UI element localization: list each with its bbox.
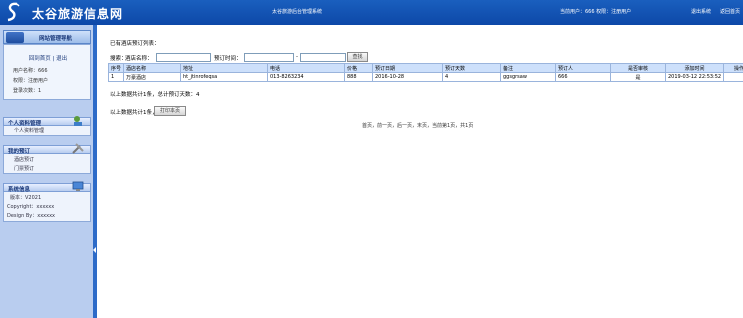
- hotel-name-label: 酒店名称：: [125, 56, 153, 62]
- hotel-name-input[interactable]: [156, 53, 211, 62]
- nav-title: 网站管理导航: [39, 36, 73, 42]
- time-to-input[interactable]: [300, 53, 346, 62]
- column-header: 预订日期: [372, 63, 443, 73]
- column-header: 酒店名称: [123, 63, 181, 73]
- booking-time-label: 预订时间：: [214, 56, 242, 62]
- column-header: 操作: [723, 63, 743, 73]
- sidebar: 网站管理导航 回到首页 | 退出 用户名称：666 权限：注册用户 登录次数：1…: [0, 25, 97, 318]
- link-separator: |: [52, 56, 55, 62]
- monitor-icon: [6, 32, 24, 43]
- sidebar-item-ticket-booking[interactable]: 门票预订: [14, 165, 34, 172]
- table-cell: ht_jtinrofeqsa: [180, 72, 268, 82]
- sidebar-item-profile[interactable]: 个人资料管理: [14, 127, 44, 134]
- column-header: 是否审核: [610, 63, 666, 73]
- column-header: 添加时间: [665, 63, 724, 73]
- column-header: 价格: [344, 63, 373, 73]
- user-name-line: 用户名称：666: [13, 68, 48, 74]
- user-role-line: 权限：注册用户: [13, 78, 49, 84]
- column-header: 地址: [180, 63, 268, 73]
- logo-icon: [7, 2, 20, 22]
- top-header: 太谷旅游信息网 太谷旅游后台管理系统 当前用户：666 权限：注册用户 退出系统…: [0, 0, 743, 25]
- logout-link[interactable]: 退出系统: [691, 8, 711, 15]
- print-button[interactable]: 打印本页: [154, 106, 186, 116]
- table-cell: 888: [344, 72, 373, 82]
- pagination[interactable]: 首页，前一页，后一页，末页，当前第1页，共1页: [362, 122, 473, 129]
- nav-header: 网站管理导航: [3, 30, 91, 44]
- login-count-line: 登录次数：1: [13, 88, 42, 94]
- time-from-input[interactable]: [244, 53, 294, 62]
- column-header: 序号: [108, 63, 124, 73]
- export-row: 以上数据共计1条， 打印本页: [110, 106, 310, 116]
- table-cell: 是: [610, 72, 666, 82]
- summary-text: 以上数据共计1条，总计预订天数：4: [110, 92, 200, 98]
- section-booking-body: 酒店预订 门票预订: [3, 154, 91, 174]
- column-header: 备注: [500, 63, 556, 73]
- table-cell[interactable]: [723, 72, 743, 82]
- computer-icon: [72, 181, 84, 191]
- home-link[interactable]: 返回首页: [720, 8, 740, 15]
- column-header: 预订天数: [442, 63, 501, 73]
- range-separator: -: [296, 54, 298, 60]
- user-links: 回到首页 | 退出: [4, 54, 92, 62]
- section-sysinfo-header[interactable]: 系统信息: [3, 181, 91, 193]
- version-text: 版本：V2021: [10, 195, 42, 201]
- main-content: 已有酒店预订列表： 搜索： 酒店名称： 预订时间： - 查找 序号 酒店名称 地…: [99, 25, 743, 318]
- design-by-text: Design By：xxxxxx: [7, 213, 55, 219]
- profile-icon: [74, 116, 82, 126]
- table-cell: 4: [442, 72, 501, 82]
- column-header: 电话: [267, 63, 345, 73]
- column-header: 预订人: [555, 63, 611, 73]
- search-bar: 搜索： 酒店名称： 预订时间： - 查找: [110, 52, 510, 63]
- table-cell: 1: [108, 72, 124, 82]
- copyright-text: Copyright：xxxxxx: [7, 204, 55, 210]
- user-panel: 回到首页 | 退出 用户名称：666 权限：注册用户 登录次数：1: [3, 44, 91, 100]
- current-user-info: 当前用户：666 权限：注册用户: [560, 9, 632, 15]
- export-label: 以上数据共计1条，: [110, 110, 158, 116]
- booking-table: 序号 酒店名称 地址 电话 价格 预订日期 预订天数 备注 预订人 是否审核 添…: [108, 63, 743, 82]
- table-cell: 2016-10-28: [372, 72, 443, 82]
- table-header-row: 序号 酒店名称 地址 电话 价格 预订日期 预订天数 备注 预订人 是否审核 添…: [108, 63, 743, 73]
- sidebar-toggle-strip[interactable]: [93, 25, 97, 318]
- table-cell: 2019-03-12 22:53:52: [665, 72, 724, 82]
- collapse-arrow-icon[interactable]: [93, 247, 96, 253]
- page-title: 已有酒店预订列表：: [110, 41, 160, 47]
- search-button[interactable]: 查找: [347, 52, 368, 62]
- site-title: 太谷旅游信息网: [32, 7, 124, 21]
- back-home-link[interactable]: 回到首页: [29, 56, 51, 62]
- section-booking-header[interactable]: 我的预订: [3, 143, 91, 155]
- tools-icon: [72, 143, 84, 154]
- section-profile-header[interactable]: 个人资料管理: [3, 116, 91, 127]
- section-profile-body: 个人资料管理: [3, 126, 91, 136]
- sidebar-item-hotel-booking[interactable]: 酒店预订: [14, 156, 34, 163]
- system-name: 太谷旅游后台管理系统: [272, 9, 323, 15]
- table-cell: 666: [555, 72, 611, 82]
- table-cell: 013-8263234: [267, 72, 345, 82]
- table-cell: ggsgrsaw: [500, 72, 556, 82]
- sidebar-logout-link[interactable]: 退出: [56, 56, 67, 62]
- section-sysinfo-body: 版本：V2021 Copyright：xxxxxx Design By：xxxx…: [3, 192, 91, 222]
- table-row: 1 万豪酒店 ht_jtinrofeqsa 013-8263234 888 20…: [108, 72, 743, 82]
- table-cell: 万豪酒店: [123, 72, 181, 82]
